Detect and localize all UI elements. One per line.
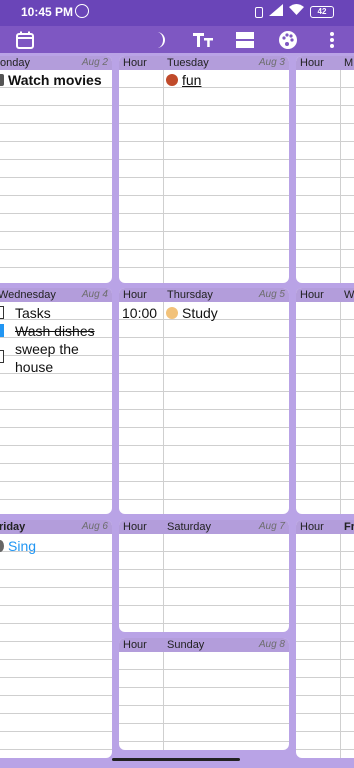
entry-item[interactable]: fun [166,72,201,88]
app-toolbar [0,26,354,53]
ruled-lines [0,534,112,758]
day-date: Aug 2 [81,57,108,68]
battery-icon: 42 [310,6,334,18]
text-size-icon[interactable] [191,26,215,53]
hour-divider [163,534,164,632]
student-icon [166,307,178,319]
layout-icon[interactable] [233,26,257,53]
day-name: W [344,289,354,301]
hour-label: Hour [300,289,324,301]
hour-label: Hour [300,57,324,69]
entry-text: fun [182,72,202,88]
day-date: Aug 3 [258,57,285,68]
hour-label: Hour [123,289,147,301]
hour-label: Hour [123,639,147,651]
day-name: Wednesday [0,289,56,301]
hour-label: Hour [123,521,147,533]
task-checkbox[interactable] [0,306,4,319]
more-vert-icon[interactable] [322,26,342,53]
ruled-lines [119,652,289,750]
entry-text: Study [182,305,218,321]
status-time: 10:45 PM [21,5,74,19]
task-item-continued: house [15,359,54,375]
day-name: M [344,57,354,69]
ruled-lines [296,534,354,758]
entry-text: Watch movies [8,72,102,88]
day-header: Hour Tuesday Aug 3 [119,56,289,70]
status-bar: 10:45 PM 42 [0,0,354,26]
ruled-lines [296,70,354,283]
entry-text: Sing [8,538,37,554]
wifi-icon [289,3,304,21]
day-header: onday Aug 2 [0,56,112,70]
microphone-icon [0,540,4,552]
day-name: Sunday [167,639,205,651]
ruled-lines [119,302,289,514]
entry-item[interactable]: Sing [0,538,36,554]
hour-label: Hour [300,521,324,533]
day-name: riday [0,521,26,533]
day-header: Hour Sunday Aug 8 [119,638,289,652]
vibrate-icon [255,6,263,18]
status-icons: 42 [255,4,334,20]
hour-divider [163,70,164,283]
hour-divider [163,652,164,750]
movie-icon [0,74,4,86]
day-date: Aug 8 [258,639,285,650]
day-date: Aug 7 [258,521,285,532]
day-name: Thursday [167,289,213,301]
day-header: Hour M [296,56,354,70]
dancer-icon [166,74,178,86]
day-panel-wednesday[interactable]: Wednesday Aug 4 Tasks Wash dishes sweep … [0,288,112,514]
day-header: Hour W [296,288,354,302]
day-date: Aug 4 [81,289,108,300]
hour-divider [340,302,341,514]
day-name: onday [0,57,30,69]
palette-icon[interactable] [276,26,300,53]
ruled-lines [296,302,354,514]
task-checkbox-checked[interactable] [0,324,4,337]
day-panel-saturday[interactable]: Hour Saturday Aug 7 [119,520,289,632]
ruled-lines [119,70,289,283]
hour-divider [340,70,341,283]
day-header: Wednesday Aug 4 [0,288,112,302]
day-panel-friday[interactable]: riday Aug 6 Sing [0,520,112,758]
entry-item[interactable]: Study [166,305,218,321]
entry-time: 10:00 [122,305,158,321]
moon-icon[interactable] [147,26,171,53]
day-panel-partial-3[interactable]: Hour Fr [296,520,354,758]
task-item[interactable]: sweep the [15,341,79,357]
ruled-lines [0,70,112,283]
day-header: riday Aug 6 [0,520,112,534]
hour-divider [340,534,341,758]
signal-icon [269,3,283,21]
whatsapp-icon [75,4,89,18]
calendar-icon[interactable] [13,26,37,53]
entry-item[interactable]: Watch movies [0,72,102,88]
task-checkbox[interactable] [0,350,4,363]
hour-label: Hour [123,57,147,69]
task-item-done[interactable]: Wash dishes [15,323,95,339]
day-panel-partial-1[interactable]: Hour M [296,56,354,283]
day-header: Hour Fr [296,520,354,534]
day-panel-thursday[interactable]: Hour Thursday Aug 5 10:00 Study [119,288,289,514]
day-panel-monday[interactable]: onday Aug 2 Watch movies [0,56,112,283]
day-panel-partial-2[interactable]: Hour W [296,288,354,514]
day-header: Hour Thursday Aug 5 [119,288,289,302]
day-name: Tuesday [167,57,209,69]
day-header: Hour Saturday Aug 7 [119,520,289,534]
gesture-nav-bar[interactable] [112,758,240,761]
day-panel-sunday[interactable]: Hour Sunday Aug 8 [119,638,289,750]
day-panel-tuesday[interactable]: Hour Tuesday Aug 3 fun [119,56,289,283]
day-date: Aug 6 [81,521,108,532]
day-name: Fr [344,521,354,533]
tasks-title: Tasks [15,305,51,321]
day-name: Saturday [167,521,212,533]
ruled-lines [119,534,289,632]
hour-divider [163,302,164,514]
day-date: Aug 5 [258,289,285,300]
